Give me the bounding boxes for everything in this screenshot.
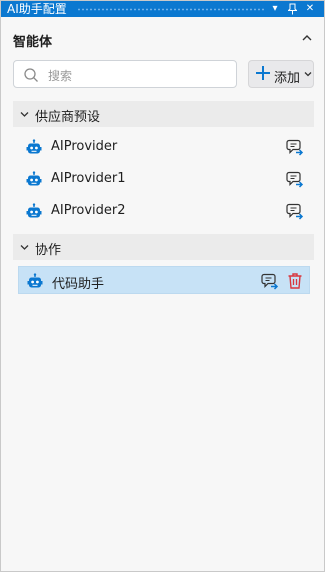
chevron-down-icon [20,112,29,117]
agent-name: AIProvider [51,139,118,154]
plus-icon [256,66,270,80]
close-icon[interactable]: ✕ [303,1,317,17]
chat-share-icon[interactable] [286,138,304,156]
add-button-label: 添加 [274,71,301,86]
agents-section-header: 智能体 [1,23,324,53]
window-titlebar[interactable]: AI助手配置 ▾ ✕ [1,1,324,17]
chevron-down-icon [20,245,29,250]
robot-icon [27,273,43,288]
search-icon [24,68,38,82]
drag-grip[interactable] [77,8,266,11]
group-label: 供应商预设 [35,110,101,125]
robot-icon [26,203,42,218]
chevron-up-icon[interactable] [300,31,314,45]
search-input[interactable]: 搜索 [13,60,237,88]
ai-assistant-config-window: AI助手配置 ▾ ✕ 智能体 搜索 添加 供应商预设 AIProvider AI… [0,0,325,572]
search-placeholder: 搜索 [48,69,73,83]
agent-list-item-selected[interactable]: 代码助手 [18,266,310,294]
group-header-collaboration[interactable]: 协作 [13,234,314,260]
chat-share-icon[interactable] [286,170,304,188]
agent-list-item[interactable]: AIProvider1 [18,165,310,193]
add-button[interactable]: 添加 [248,60,314,88]
agent-list-item[interactable]: AIProvider [18,133,310,161]
trash-icon[interactable] [287,272,303,290]
group-label: 协作 [35,243,62,258]
agent-list-item[interactable]: AIProvider2 [18,197,310,225]
agent-name: 代码助手 [52,277,105,292]
pin-icon[interactable] [285,1,299,17]
group-header-provider-presets[interactable]: 供应商预设 [13,101,314,127]
robot-icon [26,171,42,186]
section-title: 智能体 [13,35,53,50]
chevron-down-icon [304,72,312,77]
dropdown-arrow-icon[interactable]: ▾ [268,1,282,17]
window-title: AI助手配置 [7,2,67,16]
chat-share-icon[interactable] [261,272,279,290]
agent-name: AIProvider1 [51,171,126,186]
robot-icon [26,139,42,154]
agent-name: AIProvider2 [51,203,126,218]
chat-share-icon[interactable] [286,202,304,220]
